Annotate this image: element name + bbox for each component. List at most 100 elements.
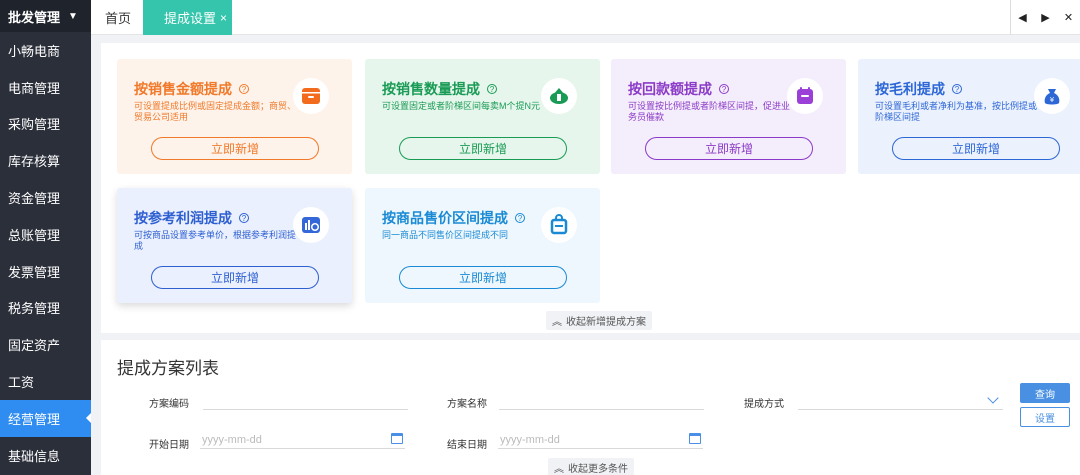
close-all-icon[interactable]: ✕ bbox=[1057, 11, 1080, 24]
card-title-text: 按参考利润提成 bbox=[134, 210, 232, 226]
chevron-down-icon bbox=[987, 392, 999, 404]
sidebar-item-label: 库存核算 bbox=[8, 154, 61, 170]
card-description: 可设置固定或者阶梯区间每卖M个提N元 bbox=[382, 101, 540, 111]
sidebar-item-label: 小畅电商 bbox=[8, 43, 61, 59]
sidebar-item-operations[interactable]: 经营管理 bbox=[0, 399, 91, 437]
close-icon[interactable]: × bbox=[220, 11, 227, 25]
card-title: 按毛利提成? bbox=[875, 79, 962, 99]
help-icon[interactable]: ? bbox=[719, 84, 729, 94]
tab-home[interactable]: 首页 bbox=[105, 0, 131, 35]
help-icon[interactable]: ? bbox=[239, 213, 249, 223]
collapse-more-conditions-button[interactable]: ︽ 收起更多条件 bbox=[548, 458, 634, 475]
sidebar-item-payroll[interactable]: 工资 bbox=[0, 363, 91, 400]
tab-commission-settings[interactable]: 提成设置 × bbox=[143, 0, 232, 35]
chart-coin-icon bbox=[293, 207, 329, 243]
shopping-bag-icon bbox=[541, 207, 577, 243]
chevron-up-icon: ︽ bbox=[554, 464, 564, 475]
sidebar-item-inventory[interactable]: 库存核算 bbox=[0, 142, 91, 179]
commission-type-panel: 按销售金额提成? 可设置提成比例或固定提成金额；商贸、贸易公司适用 立即新增 按… bbox=[101, 43, 1080, 333]
collapse-add-scheme-button[interactable]: ︽ 收起新增提成方案 bbox=[546, 311, 652, 330]
end-date-input[interactable]: yyyy-mm-dd bbox=[498, 431, 703, 449]
tab-home-label: 首页 bbox=[105, 11, 132, 26]
card-title: 按销售金额提成? bbox=[134, 79, 249, 99]
sidebar-item-ledger[interactable]: 总账管理 bbox=[0, 216, 91, 253]
tab-navigation: ◀ ▶ ✕ bbox=[1010, 0, 1080, 35]
card-description: 可设置按比例提或者阶梯区间提，促进业务员催款 bbox=[628, 101, 791, 122]
sidebar-item-invoice[interactable]: 发票管理 bbox=[0, 253, 91, 290]
sidebar-header-wholesale[interactable]: 批发管理 ▼ bbox=[0, 0, 91, 32]
sidebar: 批发管理 ▼ 小畅电商 电商管理 采购管理 库存核算 资金管理 总账管理 发票管… bbox=[0, 0, 91, 475]
scheme-code-label: 方案编码 bbox=[149, 399, 189, 410]
chevron-up-icon: ︽ bbox=[552, 317, 562, 328]
sidebar-item-label: 电商管理 bbox=[8, 80, 61, 96]
card-title: 按参考利润提成? bbox=[134, 208, 249, 228]
collapse-more-conditions-label: 收起更多条件 bbox=[568, 464, 628, 475]
chevron-right-icon[interactable]: ▶ bbox=[1034, 11, 1057, 24]
money-bag-icon: ¥ bbox=[1034, 78, 1070, 114]
add-button[interactable]: 立即新增 bbox=[151, 266, 319, 289]
card-gross-profit: 按毛利提成? 可设置毛利或者净利为基准，按比例提或阶梯区间提 ¥ 立即新增 bbox=[858, 59, 1080, 174]
calendar-icon[interactable] bbox=[689, 433, 701, 444]
query-button[interactable]: 查询 bbox=[1020, 383, 1070, 403]
card-title-text: 按销售金额提成 bbox=[134, 81, 232, 97]
scheme-code-input[interactable] bbox=[203, 392, 408, 410]
sidebar-item-funds[interactable]: 资金管理 bbox=[0, 179, 91, 216]
card-reference-profit: 按参考利润提成? 可按商品设置参考单价，根据参考利润提成 立即新增 bbox=[117, 188, 352, 303]
add-button[interactable]: 立即新增 bbox=[399, 266, 567, 289]
settings-button[interactable]: 设置 bbox=[1020, 407, 1070, 427]
sidebar-item-ecommerce-small[interactable]: 小畅电商 bbox=[0, 32, 91, 69]
sidebar-header-label: 批发管理 bbox=[8, 9, 61, 25]
help-icon[interactable]: ? bbox=[515, 213, 525, 223]
tab-bar: 首页 提成设置 × ◀ ▶ ✕ bbox=[91, 0, 1080, 35]
archive-box-icon bbox=[293, 78, 329, 114]
end-date-label: 结束日期 bbox=[447, 440, 487, 451]
add-button[interactable]: 立即新增 bbox=[892, 137, 1060, 160]
sidebar-item-tax[interactable]: 税务管理 bbox=[0, 290, 91, 327]
commission-method-select[interactable] bbox=[798, 392, 1003, 410]
card-description: 可设置提成比例或固定提成金额；商贸、贸易公司适用 bbox=[134, 101, 297, 122]
start-date-input[interactable]: yyyy-mm-dd bbox=[200, 431, 405, 449]
help-icon[interactable]: ? bbox=[952, 84, 962, 94]
card-title-text: 按毛利提成 bbox=[875, 81, 945, 97]
start-date-placeholder: yyyy-mm-dd bbox=[202, 433, 262, 446]
help-icon[interactable]: ? bbox=[487, 84, 497, 94]
scheme-name-input[interactable] bbox=[499, 392, 704, 410]
commission-method-label: 提成方式 bbox=[744, 399, 784, 410]
sidebar-item-basic-info[interactable]: 基础信息 bbox=[0, 437, 91, 474]
scheme-name-label: 方案名称 bbox=[447, 399, 487, 410]
card-title-text: 按销售数量提成 bbox=[382, 81, 480, 97]
sidebar-item-purchasing[interactable]: 采购管理 bbox=[0, 106, 91, 143]
help-icon[interactable]: ? bbox=[239, 84, 249, 94]
add-button[interactable]: 立即新增 bbox=[645, 137, 813, 160]
sidebar-item-label: 工资 bbox=[8, 375, 35, 391]
end-date-placeholder: yyyy-mm-dd bbox=[500, 433, 560, 446]
sidebar-item-label: 税务管理 bbox=[8, 301, 61, 317]
tab-commission-settings-label: 提成设置 bbox=[164, 11, 217, 26]
card-price-range: 按商品售价区间提成? 同一商品不同售价区间提成不同 立即新增 bbox=[365, 188, 600, 303]
svg-text:¥: ¥ bbox=[1050, 96, 1055, 104]
caret-down-icon: ▼ bbox=[68, 10, 78, 22]
sidebar-item-label: 经营管理 bbox=[8, 411, 61, 427]
add-button[interactable]: 立即新增 bbox=[151, 137, 319, 160]
card-sales-quantity: 按销售数量提成? 可设置固定或者阶梯区间每卖M个提N元 立即新增 bbox=[365, 59, 600, 174]
sidebar-item-fixed-assets[interactable]: 固定资产 bbox=[0, 326, 91, 363]
sidebar-item-label: 采购管理 bbox=[8, 117, 61, 133]
upload-cloud-icon bbox=[541, 78, 577, 114]
card-title: 按商品售价区间提成? bbox=[382, 208, 525, 228]
page-title: 提成方案列表 bbox=[117, 359, 219, 378]
main-content: 按销售金额提成? 可设置提成比例或固定提成金额；商贸、贸易公司适用 立即新增 按… bbox=[101, 43, 1080, 475]
sidebar-item-ecommerce[interactable]: 电商管理 bbox=[0, 69, 91, 106]
chevron-left-icon[interactable]: ◀ bbox=[1011, 11, 1034, 24]
sidebar-item-label: 固定资产 bbox=[8, 338, 61, 354]
card-title-text: 按回款额提成 bbox=[628, 81, 712, 97]
card-title: 按销售数量提成? bbox=[382, 79, 497, 99]
sidebar-item-label: 基础信息 bbox=[8, 448, 61, 464]
scheme-list-panel: 提成方案列表 方案编码 方案名称 提成方式 查询 设置 开始日期 yyyy-mm… bbox=[101, 340, 1080, 475]
card-payment-amount: 按回款额提成? 可设置按比例提或者阶梯区间提，促进业务员催款 立即新增 bbox=[611, 59, 846, 174]
add-button[interactable]: 立即新增 bbox=[399, 137, 567, 160]
start-date-label: 开始日期 bbox=[149, 440, 189, 451]
card-title: 按回款额提成? bbox=[628, 79, 729, 99]
calendar-icon[interactable] bbox=[391, 433, 403, 444]
card-title-text: 按商品售价区间提成 bbox=[382, 210, 508, 226]
card-sales-amount: 按销售金额提成? 可设置提成比例或固定提成金额；商贸、贸易公司适用 立即新增 bbox=[117, 59, 352, 174]
